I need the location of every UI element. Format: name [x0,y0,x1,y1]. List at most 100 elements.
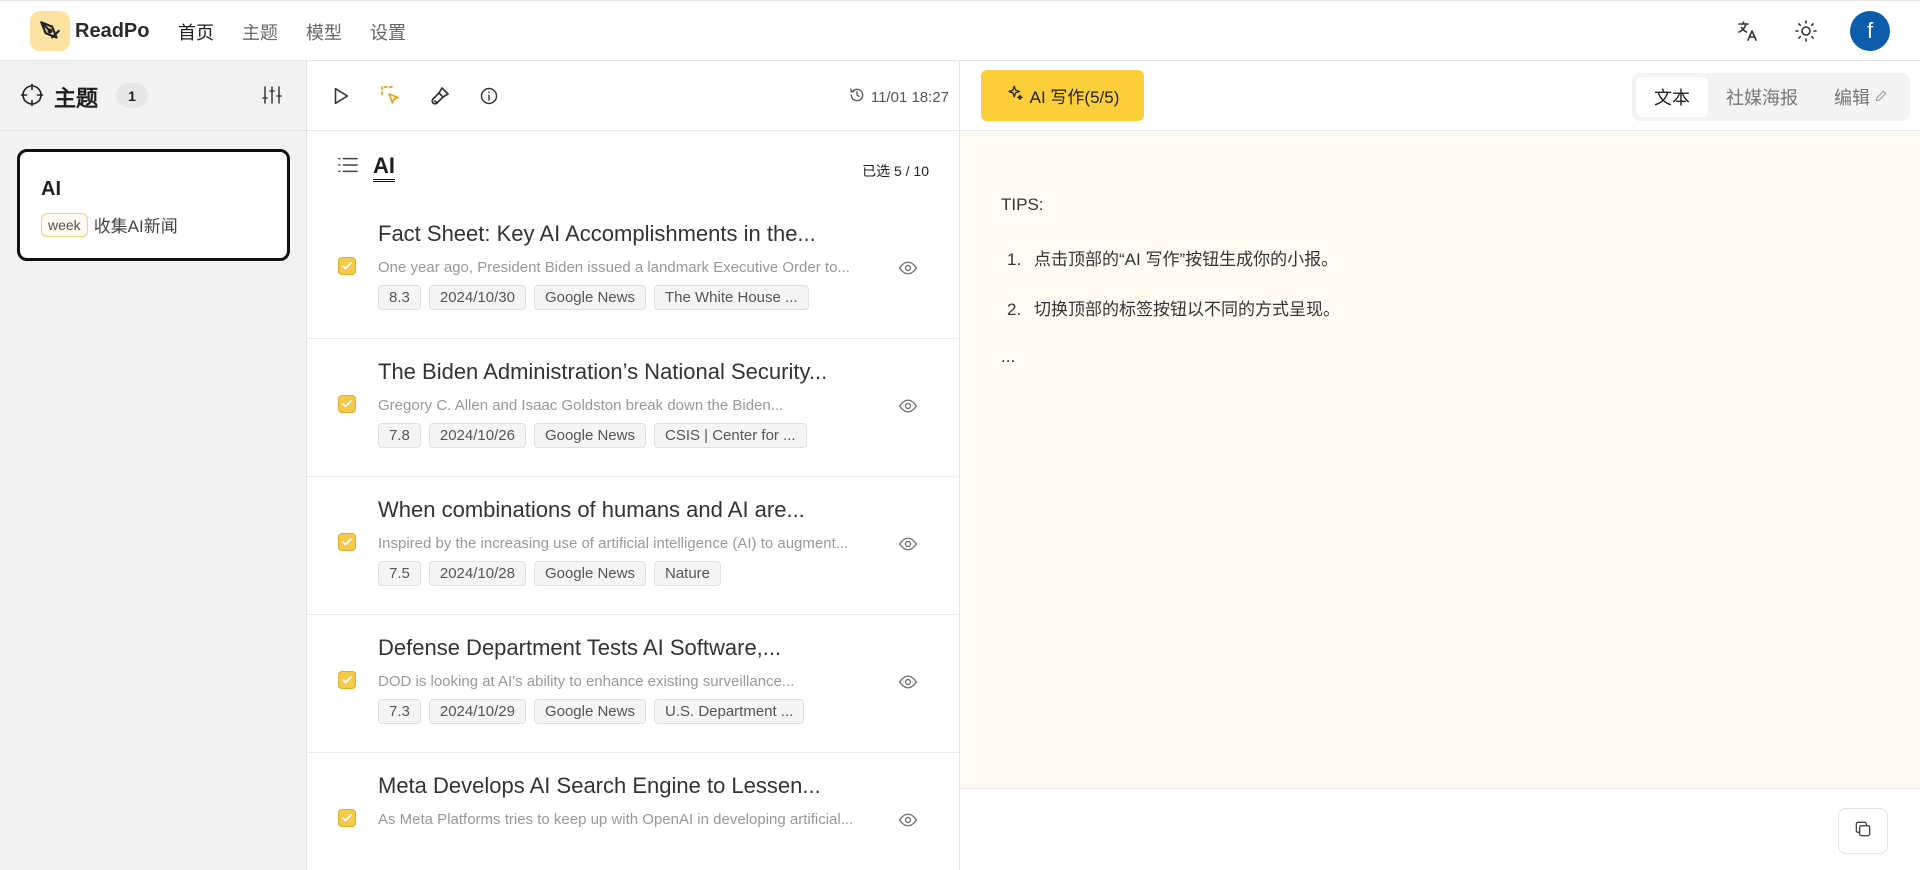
article-tags: 7.5 2024/10/28 Google News Nature [378,561,722,586]
publisher-tag: CSIS | Center for ... [653,423,807,448]
copy-icon [1853,819,1873,844]
topic-description: 收集AI新闻 [93,217,178,236]
theme-sun-icon[interactable] [1792,17,1820,45]
article-summary: Gregory C. Allen and Isaac Goldston brea… [378,397,784,414]
article-title[interactable]: Meta Develops AI Search Engine to Lessen… [378,773,878,799]
sliders-icon[interactable] [260,83,284,112]
tab-edit-label: 编辑 [1834,88,1870,108]
eye-icon[interactable] [898,672,918,697]
tip-number: 1. [1007,250,1022,269]
topics-count-badge: 1 [116,83,148,108]
tip-item: 2. 切换顶部的标签按钮以不同的方式呈现。 [1007,295,1340,320]
list-title: AI [373,153,395,182]
translate-icon[interactable] [1734,17,1762,45]
tip-text: 切换顶部的标签按钮以不同的方式呈现。 [1034,300,1340,319]
app-name: ReadPo [75,19,150,42]
score-tag: 7.3 [378,699,421,724]
article-item[interactable]: Defense Department Tests AI Software,...… [307,615,959,753]
publisher-tag: Nature [653,561,722,586]
writer-panel: AI 写作(5/5) 文本 社媒海报 编辑 TIPS: 1. 点击顶部的“AI 写… [960,61,1920,870]
article-checkbox[interactable] [338,257,356,275]
article-checkbox[interactable] [338,809,356,827]
readpo-logo-icon [30,11,70,51]
tip-number: 2. [1007,300,1022,319]
article-title[interactable]: The Biden Administration’s National Secu… [378,359,878,385]
pencil-icon [1874,87,1888,108]
score-tag: 7.8 [378,423,421,448]
article-item[interactable]: Meta Develops AI Search Engine to Lessen… [307,753,959,870]
source-tag: Google News [533,423,646,448]
tips-label: TIPS: [1001,195,1044,214]
tab-social-poster[interactable]: 社媒海报 [1708,77,1816,117]
play-icon[interactable] [328,83,354,109]
tab-edit[interactable]: 编辑 [1816,77,1906,117]
selected-count: 已选 5 / 10 [862,163,929,179]
copy-button[interactable] [1838,808,1888,854]
eye-icon[interactable] [898,810,918,835]
history-icon [849,87,865,107]
writer-toolbar: AI 写作(5/5) 文本 社媒海报 编辑 [960,61,1920,131]
article-item[interactable]: The Biden Administration’s National Secu… [307,339,959,477]
tip-item: 1. 点击顶部的“AI 写作”按钮生成你的小报。 [1007,245,1338,270]
nav-item-topics[interactable]: 主题 [242,19,278,45]
article-title[interactable]: Defense Department Tests AI Software,... [378,635,878,661]
score-tag: 8.3 [378,285,421,310]
top-navigation-bar: ReadPo 首页 主题 模型 设置 f [0,0,1920,61]
article-title[interactable]: Fact Sheet: Key AI Accomplishments in th… [378,221,878,247]
article-summary: DOD is looking at AI's ability to enhanc… [378,673,795,690]
article-summary: One year ago, President Biden issued a l… [378,259,850,276]
article-tags: 7.3 2024/10/29 Google News U.S. Departme… [378,699,805,724]
ai-write-button[interactable]: AI 写作(5/5) [981,70,1144,121]
topic-frequency-tag: week [41,212,88,237]
list-toolbar: 11/01 18:27 [307,61,959,131]
date-tag: 2024/10/28 [428,561,526,586]
article-tags: 7.8 2024/10/26 Google News CSIS | Center… [378,423,807,448]
brush-icon[interactable] [427,83,453,109]
article-item[interactable]: Fact Sheet: Key AI Accomplishments in th… [307,201,959,339]
view-tabs: 文本 社媒海报 编辑 [1632,73,1910,121]
nav-item-models[interactable]: 模型 [306,19,342,45]
date-tag: 2024/10/29 [428,699,526,724]
score-tag: 7.5 [378,561,421,586]
article-checkbox[interactable] [338,533,356,551]
date-tag: 2024/10/26 [428,423,526,448]
source-tag: Google News [533,285,646,310]
nav-item-home[interactable]: 首页 [178,19,214,45]
last-updated: 11/01 18:27 [849,87,949,107]
writer-content: TIPS: 1. 点击顶部的“AI 写作”按钮生成你的小报。 2. 切换顶部的标签按… [960,131,1920,789]
article-checkbox[interactable] [338,395,356,413]
select-cursor-icon[interactable] [377,83,403,109]
user-avatar[interactable]: f [1850,11,1890,51]
topic-meta: week 收集AI新闻 [41,212,178,237]
article-summary: Inspired by the increasing use of artifi… [378,535,849,552]
main-nav: 首页 主题 模型 设置 [178,19,406,45]
article-list-panel: 11/01 18:27 AI 已选 5 / 10 Fact Sheet: Key… [307,61,960,870]
eye-icon[interactable] [898,534,918,559]
article-title[interactable]: When combinations of humans and AI are..… [378,497,878,523]
eye-icon[interactable] [898,258,918,283]
topics-panel: 主题 1 AI week 收集AI新闻 [0,61,307,870]
tab-text[interactable]: 文本 [1636,77,1708,117]
tip-text: 点击顶部的“AI 写作”按钮生成你的小报。 [1034,250,1339,269]
date-tag: 2024/10/30 [428,285,526,310]
eye-icon[interactable] [898,396,918,421]
topics-title: 主题 [54,86,99,111]
source-tag: Google News [533,699,646,724]
top-right-actions: f [1734,11,1890,51]
target-icon [20,83,44,112]
article-tags: 8.3 2024/10/30 Google News The White Hou… [378,285,809,310]
topics-header: 主题 1 [0,61,306,131]
article-item[interactable]: When combinations of humans and AI are..… [307,477,959,615]
nav-item-settings[interactable]: 设置 [370,19,406,45]
list-header: AI 已选 5 / 10 [307,131,959,201]
article-checkbox[interactable] [338,671,356,689]
info-icon[interactable] [476,83,502,109]
list-icon [337,155,359,180]
content-ellipsis: ... [1001,347,1016,366]
publisher-tag: U.S. Department ... [653,699,805,724]
topic-card-ai[interactable]: AI week 收集AI新闻 [17,149,290,261]
publisher-tag: The White House ... [653,285,809,310]
sparkle-icon [1006,84,1024,107]
brand[interactable]: ReadPo [30,11,149,51]
topic-name: AI [41,178,61,200]
